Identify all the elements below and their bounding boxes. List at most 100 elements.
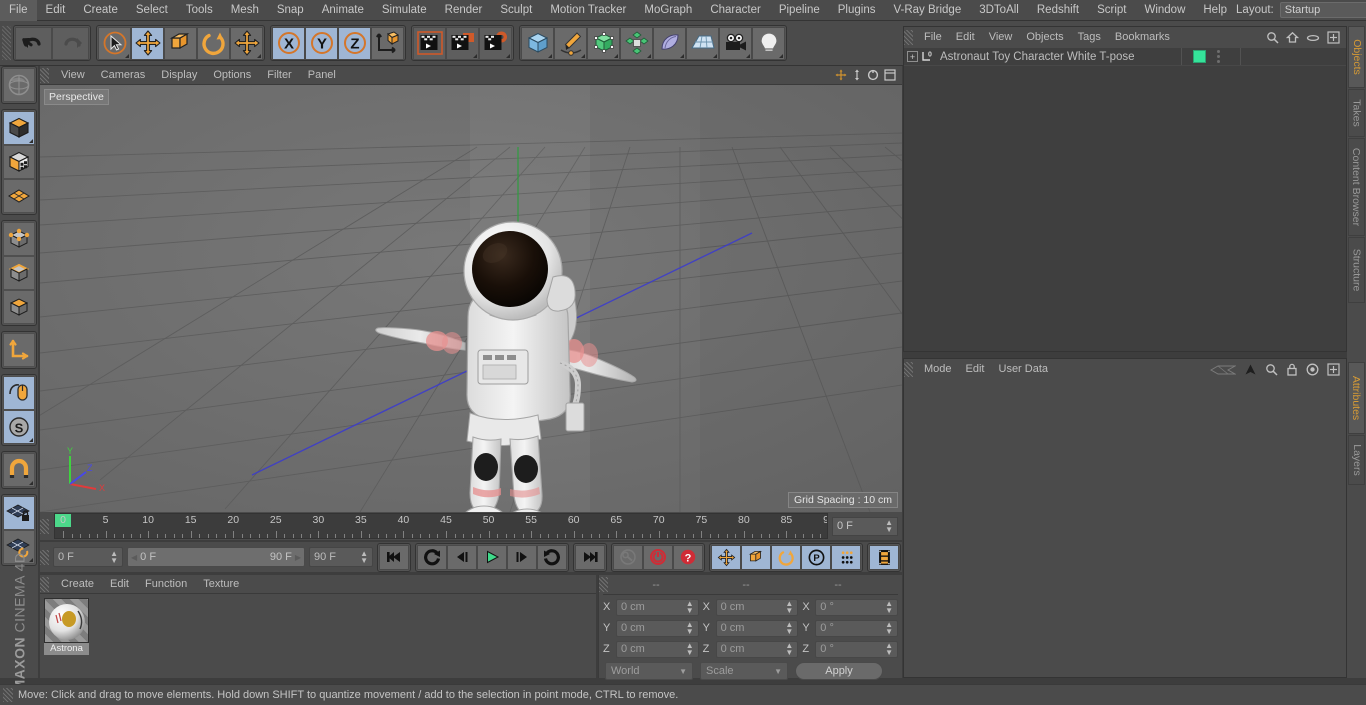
- viewport-menu-panel[interactable]: Panel: [300, 66, 344, 85]
- object-tag-dots[interactable]: [1217, 48, 1220, 65]
- viewport-menu-display[interactable]: Display: [153, 66, 205, 85]
- coord-y-rotation-field[interactable]: 0 ° ▲ ▼: [815, 619, 899, 637]
- coord-z-size-field[interactable]: 0 cm ▲ ▼: [715, 640, 799, 658]
- add-light-object[interactable]: [752, 26, 785, 60]
- menu-mograph[interactable]: MoGraph: [635, 0, 701, 21]
- spinner-icon[interactable]: ▲ ▼: [885, 519, 893, 534]
- lock-icon[interactable]: [1286, 363, 1298, 376]
- texture-mode-button[interactable]: [3, 145, 35, 179]
- material-grip[interactable]: [40, 576, 49, 592]
- menu-3dtoall[interactable]: 3DToAll: [970, 0, 1028, 21]
- object-menu-tags[interactable]: Tags: [1071, 27, 1108, 48]
- timeline-frame-field[interactable]: 0 F ▲ ▼: [832, 516, 898, 536]
- lock-z-axis[interactable]: Z: [338, 26, 371, 60]
- material-color-swatch[interactable]: [1193, 50, 1206, 63]
- lock-y-axis[interactable]: Y: [305, 26, 338, 60]
- object-mode-button[interactable]: [3, 111, 35, 145]
- timeline-ruler[interactable]: 0 5 10 15 20 25 30 35 40 45 50 55 60 65 70 75 80 85 90: [54, 513, 828, 539]
- add-cube-object[interactable]: [521, 26, 554, 60]
- lock-x-axis[interactable]: X: [272, 26, 305, 60]
- tab-layers[interactable]: Layers: [1348, 435, 1365, 485]
- search-icon[interactable]: [1265, 363, 1278, 376]
- autokeying-button[interactable]: [643, 544, 673, 570]
- object-menu-view[interactable]: View: [982, 27, 1020, 48]
- add-generator-object[interactable]: [587, 26, 620, 60]
- coord-z-rotation-field[interactable]: 0 ° ▲ ▼: [815, 640, 899, 658]
- polygons-mode-button[interactable]: [3, 290, 35, 324]
- viewport-menu-filter[interactable]: Filter: [259, 66, 299, 85]
- attribute-body[interactable]: [904, 380, 1346, 676]
- range-right-arrow-icon[interactable]: ▶: [295, 553, 301, 562]
- material-item[interactable]: Astrona: [44, 598, 89, 674]
- coordinates-grip[interactable]: [599, 577, 608, 592]
- redo-button[interactable]: [52, 26, 89, 60]
- go-to-end-button[interactable]: [575, 544, 605, 570]
- object-menu-bookmarks[interactable]: Bookmarks: [1108, 27, 1177, 48]
- range-left-arrow-icon[interactable]: ◀: [131, 553, 137, 562]
- point-level-animation-button[interactable]: [831, 544, 861, 570]
- expand-node-icon[interactable]: +: [907, 51, 918, 62]
- object-grip[interactable]: [904, 30, 913, 45]
- current-frame-field[interactable]: 0 F ▲ ▼: [53, 547, 123, 567]
- layout-dropdown[interactable]: Startup ▼: [1279, 2, 1366, 18]
- menu-help[interactable]: Help: [1194, 0, 1236, 21]
- menu-edit[interactable]: Edit: [37, 0, 75, 21]
- status-grip[interactable]: [3, 688, 13, 702]
- zoom-view-icon[interactable]: [852, 69, 862, 81]
- material-thumbnail[interactable]: [44, 598, 89, 643]
- object-tree-row[interactable]: + 0 Astronaut Toy Character White T-pose: [904, 48, 1346, 66]
- go-to-next-key-button[interactable]: [537, 544, 567, 570]
- menu-animate[interactable]: Animate: [313, 0, 373, 21]
- menu-window[interactable]: Window: [1135, 0, 1194, 21]
- search-icon[interactable]: [1266, 31, 1279, 44]
- lock-workplane-button[interactable]: [3, 496, 35, 530]
- render-region-button[interactable]: [446, 26, 479, 60]
- coord-x-rotation-field[interactable]: 0 ° ▲ ▼: [815, 598, 899, 616]
- rotation-key-button[interactable]: [771, 544, 801, 570]
- menu-snap[interactable]: Snap: [268, 0, 313, 21]
- tab-structure[interactable]: Structure: [1348, 237, 1365, 303]
- undo-button[interactable]: [15, 26, 52, 60]
- timeline-grip[interactable]: [40, 518, 49, 534]
- play-button[interactable]: [477, 544, 507, 570]
- material-menu-edit[interactable]: Edit: [102, 575, 137, 594]
- tab-attributes[interactable]: Attributes: [1348, 362, 1365, 434]
- viewport-menu-cameras[interactable]: Cameras: [93, 66, 154, 85]
- viewport-menu-options[interactable]: Options: [205, 66, 259, 85]
- spinner-icon[interactable]: ▲ ▼: [785, 642, 793, 657]
- menu-vray-bridge[interactable]: V-Ray Bridge: [884, 0, 970, 21]
- points-mode-button[interactable]: [3, 222, 35, 256]
- spinner-icon[interactable]: ▲ ▼: [686, 600, 694, 615]
- timeline-view-button[interactable]: [869, 544, 899, 570]
- workplane-mode-button[interactable]: [3, 179, 35, 213]
- tab-content-browser[interactable]: Content Browser: [1348, 138, 1365, 236]
- object-tree[interactable]: + 0 Astronaut Toy Character White T-pose: [904, 48, 1346, 351]
- object-menu-file[interactable]: File: [917, 27, 949, 48]
- menu-script[interactable]: Script: [1088, 0, 1135, 21]
- spinner-icon[interactable]: ▲ ▼: [686, 621, 694, 636]
- viewport-grip[interactable]: [40, 67, 49, 83]
- object-menu-objects[interactable]: Objects: [1019, 27, 1070, 48]
- add-scene-object[interactable]: [653, 26, 686, 60]
- menu-character[interactable]: Character: [701, 0, 770, 21]
- playback-grip[interactable]: [40, 549, 49, 565]
- pan-view-icon[interactable]: [835, 69, 847, 81]
- expand-icon[interactable]: [1327, 363, 1340, 376]
- spinner-icon[interactable]: ▲ ▼: [885, 600, 893, 615]
- menu-create[interactable]: Create: [74, 0, 127, 21]
- spinner-icon[interactable]: ▲ ▼: [360, 550, 368, 565]
- expand-icon[interactable]: [1327, 31, 1340, 44]
- scale-tool[interactable]: [164, 26, 197, 60]
- tab-objects[interactable]: Objects: [1348, 26, 1365, 88]
- enable-axis-button[interactable]: [3, 333, 35, 367]
- apply-button[interactable]: Apply: [795, 662, 883, 680]
- spinner-icon[interactable]: ▲ ▼: [785, 621, 793, 636]
- preview-range-bar[interactable]: ◀ 0 F 90 F ▶: [127, 547, 305, 567]
- material-menu-texture[interactable]: Texture: [195, 575, 247, 594]
- record-active-objects-button[interactable]: [613, 544, 643, 570]
- step-forward-button[interactable]: [507, 544, 537, 570]
- timeline-ruler-icon[interactable]: [1210, 364, 1236, 376]
- coordinate-system-dropdown[interactable]: World ▼: [605, 662, 693, 680]
- menu-plugins[interactable]: Plugins: [829, 0, 885, 21]
- go-to-start-button[interactable]: [379, 544, 409, 570]
